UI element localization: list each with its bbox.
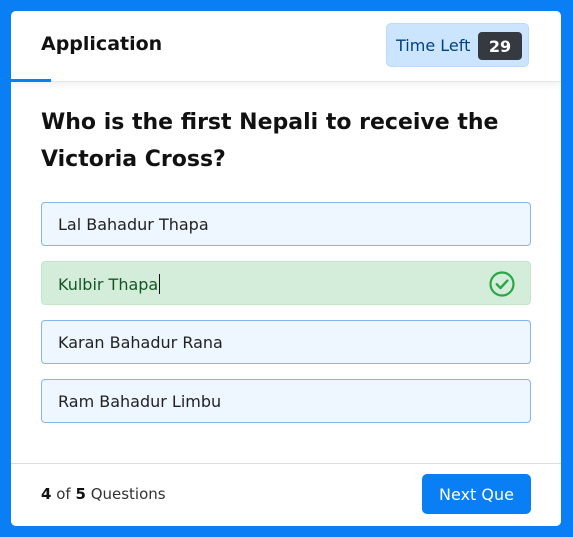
quiz-card: Application Time Left 29 Who is the firs…	[11, 11, 561, 526]
quiz-footer: 4 of 5 Questions Next Que	[11, 463, 561, 526]
progress-questions-label: Questions	[90, 485, 166, 503]
next-question-button[interactable]: Next Que	[422, 474, 531, 514]
progress-current: 4	[41, 485, 52, 503]
timer-badge: Time Left 29	[386, 23, 529, 67]
app-title: Application	[41, 33, 163, 55]
progress-total: 5	[75, 485, 86, 503]
option-label: Ram Bahadur Limbu	[58, 392, 222, 411]
options-list: Lal Bahadur Thapa Kulbir Thapa Karan Bah…	[41, 202, 531, 438]
option-kulbir-thapa[interactable]: Kulbir Thapa	[41, 261, 531, 305]
option-ram-bahadur-limbu[interactable]: Ram Bahadur Limbu	[41, 379, 531, 423]
text-caret	[159, 274, 161, 294]
option-karan-bahadur-rana[interactable]: Karan Bahadur Rana	[41, 320, 531, 364]
timer-label: Time Left	[396, 36, 471, 55]
question-text: Who is the first Nepali to receive the V…	[41, 110, 499, 172]
option-label: Kulbir Thapa	[58, 274, 161, 294]
quiz-header: Application Time Left 29	[11, 11, 561, 82]
progress-of: of	[56, 485, 71, 503]
option-lal-bahadur-thapa[interactable]: Lal Bahadur Thapa	[41, 202, 531, 246]
check-circle-icon	[489, 271, 515, 297]
question-progress: 4 of 5 Questions	[41, 485, 166, 503]
option-label: Karan Bahadur Rana	[58, 333, 223, 352]
timer-value: 29	[478, 32, 522, 60]
option-label: Lal Bahadur Thapa	[58, 215, 209, 234]
header-accent-underline	[11, 79, 51, 82]
